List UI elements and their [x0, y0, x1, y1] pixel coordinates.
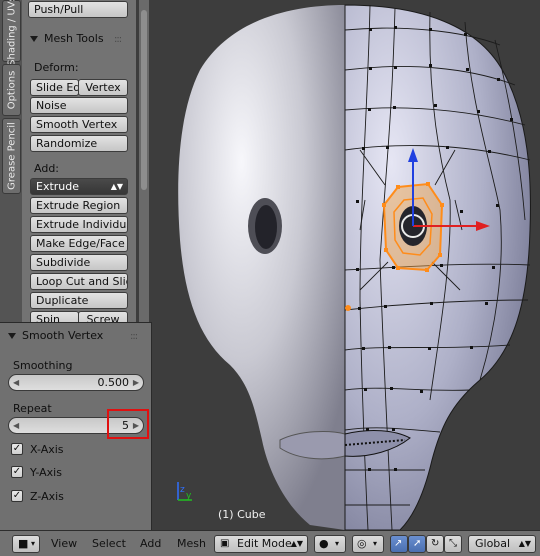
y-axis-checkbox[interactable]: ✓ — [11, 466, 23, 478]
tab-options-label: Options — [6, 70, 17, 110]
decrement-arrow-icon[interactable]: ◀ — [13, 375, 19, 390]
pivot-icon: ◎ — [357, 537, 367, 550]
drag-grip-icon[interactable]: ::: — [130, 331, 138, 342]
repeat-highlight-box — [107, 409, 149, 439]
editor-type-button[interactable]: ■ ▾ — [12, 535, 40, 553]
increment-arrow-icon[interactable]: ▶ — [133, 375, 139, 390]
viewport-shading-dropdown[interactable]: ● ▾ — [314, 535, 346, 553]
slide-edge-button[interactable]: Slide Ed — [30, 79, 79, 96]
smooth-vertex-panel-header[interactable]: Smooth Vertex — [8, 329, 103, 342]
3d-cursor-dot — [345, 305, 351, 311]
updown-arrows-icon: ▾ — [335, 539, 340, 548]
decrement-arrow-icon[interactable]: ◀ — [13, 418, 19, 433]
svg-text:y: y — [186, 491, 192, 501]
push-pull-button[interactable]: Push/Pull — [28, 1, 128, 18]
tool-shelf-scrollbar[interactable] — [139, 0, 149, 328]
scrollbar-thumb[interactable] — [141, 10, 147, 190]
mode-label: Edit Mode — [237, 537, 292, 550]
translate-toggle[interactable]: ➚ — [408, 535, 426, 553]
blender-window: z y (1) Cube Shading / UVs Options Greas… — [0, 0, 540, 556]
eye-socket-left-inner — [255, 205, 277, 249]
duplicate-button[interactable]: Duplicate — [30, 292, 128, 309]
extrude-dropdown[interactable]: Extrude ▲▼ — [30, 178, 128, 195]
smooth-vertex-button[interactable]: Smooth Vertex — [30, 116, 128, 133]
solid-sphere-icon: ● — [319, 537, 329, 550]
extrude-individual-button[interactable]: Extrude Individual — [30, 216, 128, 233]
mesh-tools-title: Mesh Tools — [44, 32, 104, 45]
extrude-region-button[interactable]: Extrude Region — [30, 197, 128, 214]
cube-icon: ■ — [18, 537, 29, 550]
rotate-icon: ↻ — [431, 538, 440, 549]
manipulator-toggle[interactable]: ↗ — [390, 535, 408, 553]
axis-indicator: z y — [177, 482, 192, 501]
updown-arrows-icon: ▲▼ — [518, 539, 531, 548]
vertical-tab-bar: Shading / UVs Options Grease Pencil — [0, 0, 23, 328]
scale-toggle[interactable]: ⤡ — [444, 535, 462, 553]
tool-shelf: Push/Pull Mesh Tools ::: Deform: Slide E… — [22, 0, 136, 328]
3d-view-header: ■ ▾ View Select Add Mesh ▣ Edit Mode ▲▼ ● ▾ … — [0, 530, 540, 556]
noise-button[interactable]: Noise — [30, 97, 128, 114]
updown-arrows-icon: ▲▼ — [290, 539, 303, 548]
collapse-triangle-icon — [30, 36, 38, 42]
object-label: (1) Cube — [218, 508, 266, 521]
edit-mode-icon: ▣ — [220, 538, 230, 549]
tab-shading-uvs[interactable]: Shading / UVs — [2, 0, 21, 66]
updown-arrows-icon: ▾ — [31, 539, 36, 548]
tab-options[interactable]: Options — [2, 64, 21, 116]
collapse-triangle-icon — [8, 333, 16, 339]
transform-orientation-dropdown[interactable]: Global ▲▼ — [468, 535, 536, 553]
smoothing-label: Smoothing — [13, 359, 73, 372]
pivot-point-dropdown[interactable]: ◎ ▾ — [352, 535, 384, 553]
slide-vertex-button[interactable]: Vertex — [78, 79, 128, 96]
scale-icon: ⤡ — [449, 538, 457, 549]
operator-panel-title: Smooth Vertex — [22, 329, 104, 342]
tab-grease-pencil[interactable]: Grease Pencil — [2, 118, 21, 194]
z-axis-checkbox[interactable]: ✓ — [11, 490, 23, 502]
x-axis-label: X-Axis — [30, 443, 64, 456]
drag-grip-icon[interactable]: ::: — [114, 34, 122, 45]
orientation-label: Global — [475, 537, 511, 550]
repeat-label: Repeat — [13, 402, 52, 415]
smoothing-value: 0.500 — [97, 376, 130, 389]
mode-dropdown[interactable]: ▣ Edit Mode ▲▼ — [214, 535, 308, 553]
add-label: Add: — [34, 162, 60, 175]
y-axis-label: Y-Axis — [30, 466, 62, 479]
tab-shading-uvs-label: Shading / UVs — [6, 0, 17, 66]
randomize-button[interactable]: Randomize — [30, 135, 128, 152]
manipulator-icon: ↗ — [394, 538, 403, 549]
updown-arrows-icon: ▾ — [373, 539, 378, 548]
updown-arrows-icon: ▲▼ — [110, 182, 123, 191]
smoothing-field[interactable]: ◀ 0.500 ▶ — [8, 374, 144, 391]
x-axis-checkbox[interactable]: ✓ — [11, 443, 23, 455]
translate-arrow-icon: ➚ — [413, 538, 422, 549]
loop-cut-slide-button[interactable]: Loop Cut and Slide — [30, 273, 128, 290]
deform-label: Deform: — [34, 61, 79, 74]
menu-view[interactable]: View — [51, 535, 77, 553]
extrude-label: Extrude — [36, 180, 80, 193]
mesh-tools-header[interactable]: Mesh Tools — [30, 32, 104, 45]
z-axis-label: Z-Axis — [30, 490, 64, 503]
rotate-toggle[interactable]: ↻ — [426, 535, 444, 553]
menu-mesh[interactable]: Mesh — [177, 535, 206, 553]
menu-select[interactable]: Select — [92, 535, 126, 553]
tab-grease-pencil-label: Grease Pencil — [6, 122, 17, 190]
make-edge-face-button[interactable]: Make Edge/Face — [30, 235, 128, 252]
subdivide-button[interactable]: Subdivide — [30, 254, 128, 271]
svg-text:z: z — [180, 485, 185, 495]
menu-add[interactable]: Add — [140, 535, 161, 553]
